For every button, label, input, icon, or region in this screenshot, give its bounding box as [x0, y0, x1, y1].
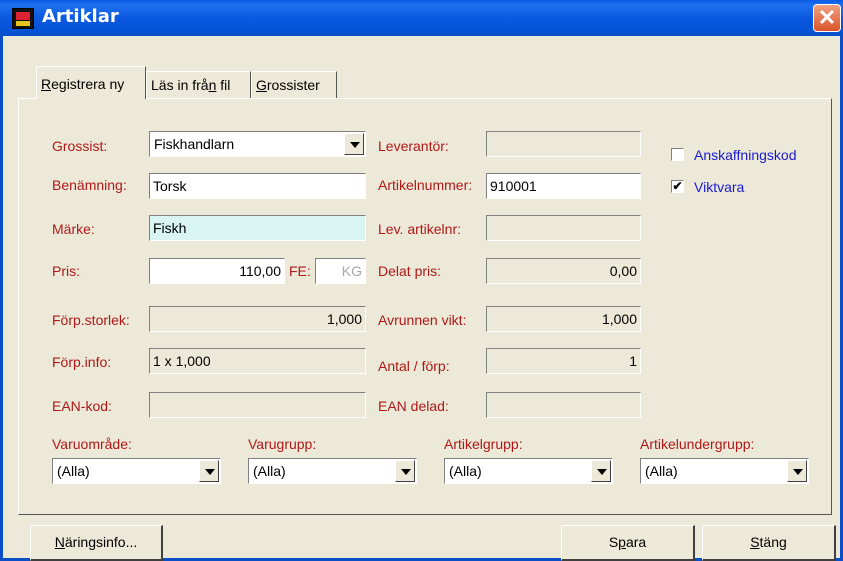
chevron-down-icon[interactable]: [591, 460, 611, 482]
artikelgrupp-label: Artikelgrupp:: [444, 436, 523, 452]
stang-button[interactable]: Stäng: [702, 525, 836, 561]
naringsinfo-button[interactable]: Näringsinfo...: [30, 525, 163, 561]
delat-pris-field: 0,00: [486, 258, 641, 284]
ean-delad-field: [486, 392, 641, 418]
forp-storlek-field: 1,000: [149, 306, 366, 332]
lev-artikelnr-label: Lev. artikelnr:: [378, 221, 461, 237]
close-button[interactable]: ✕: [813, 4, 841, 32]
app-icon: [12, 8, 34, 29]
title-bar: Artiklar ✕: [0, 0, 843, 36]
window-title: Artiklar: [42, 6, 119, 27]
grossist-value: Fiskhandlarn: [154, 136, 235, 152]
varugrupp-select[interactable]: (Alla): [248, 458, 417, 484]
anskaffningskod-checkbox[interactable]: [671, 148, 684, 161]
artikelundergrupp-select[interactable]: (Alla): [640, 458, 809, 484]
forp-storlek-label: Förp.storlek:: [52, 312, 130, 328]
varuomrade-label: Varuområde:: [52, 436, 132, 452]
artikelgrupp-value: (Alla): [449, 463, 482, 479]
fe-label: FE:: [289, 263, 311, 279]
fe-input[interactable]: KG: [315, 258, 366, 284]
grossist-select[interactable]: Fiskhandlarn: [149, 131, 366, 157]
pris-input[interactable]: 110,00: [149, 258, 285, 284]
ean-delad-label: EAN delad:: [378, 398, 449, 414]
anskaffningskod-label[interactable]: Anskaffningskod: [694, 147, 796, 163]
tab-las-in-fran-fil[interactable]: Läs in från fil: [146, 71, 251, 98]
leverantor-label: Leverantör:: [378, 138, 449, 154]
varugrupp-value: (Alla): [253, 463, 286, 479]
viktvara-checkbox[interactable]: ✔: [671, 180, 684, 193]
grossist-label: Grossist:: [52, 138, 108, 154]
chevron-down-icon[interactable]: [787, 460, 807, 482]
lev-artikelnr-field: [486, 215, 641, 241]
spara-button[interactable]: Spara: [561, 525, 695, 561]
forp-info-field: 1 x 1,000: [149, 348, 366, 374]
marke-label: Märke:: [52, 221, 95, 237]
ean-kod-input[interactable]: [149, 392, 366, 418]
chevron-down-icon[interactable]: [199, 460, 219, 482]
antal-forp-field: 1: [486, 348, 641, 374]
artikelnummer-label: Artikelnummer:: [378, 177, 473, 193]
benamning-label: Benämning:: [52, 177, 127, 193]
tab-grossister[interactable]: Grossister: [251, 71, 337, 98]
viktvara-label[interactable]: Viktvara: [694, 179, 744, 195]
forp-info-label: Förp.info:: [52, 354, 112, 370]
leverantor-field: [486, 131, 641, 157]
antal-forp-label: Antal / förp:: [378, 358, 450, 374]
artikelnummer-input[interactable]: 910001: [486, 173, 641, 199]
artikelundergrupp-value: (Alla): [645, 463, 678, 479]
varuomrade-select[interactable]: (Alla): [52, 458, 221, 484]
varugrupp-label: Varugrupp:: [248, 436, 317, 452]
chevron-down-icon[interactable]: [395, 460, 415, 482]
avrunnen-vikt-field: 1,000: [486, 306, 641, 332]
artikelgrupp-select[interactable]: (Alla): [444, 458, 613, 484]
delat-pris-label: Delat pris:: [378, 263, 442, 279]
chevron-down-icon[interactable]: [344, 133, 364, 155]
marke-input[interactable]: Fiskh: [149, 215, 366, 241]
varuomrade-value: (Alla): [57, 463, 90, 479]
tab-registrera-ny[interactable]: Registrera ny: [36, 66, 146, 99]
artikelundergrupp-label: Artikelundergrupp:: [640, 436, 755, 452]
pris-label: Pris:: [52, 263, 80, 279]
ean-kod-label: EAN-kod:: [52, 398, 112, 414]
avrunnen-vikt-label: Avrunnen vikt:: [378, 312, 467, 328]
benamning-input[interactable]: Torsk: [149, 173, 366, 199]
